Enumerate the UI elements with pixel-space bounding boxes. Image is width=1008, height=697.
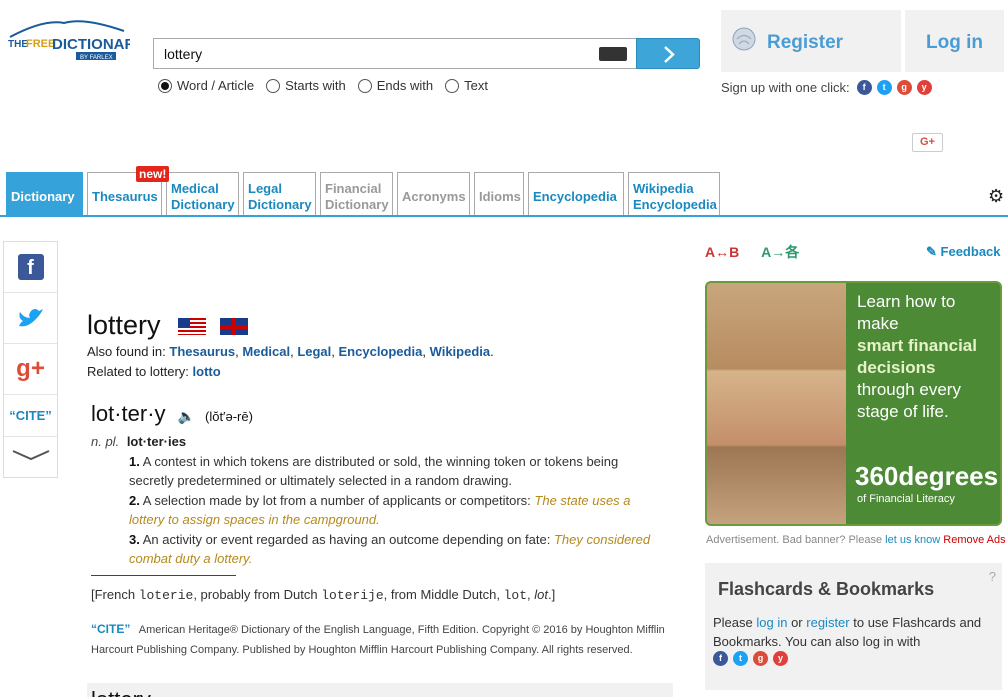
etymology: [French loterie, probably from Dutch lot… xyxy=(91,587,556,603)
login-button[interactable]: Log in xyxy=(905,10,1004,72)
flashcards-social-login: f t g y xyxy=(713,651,793,666)
link-encyclopedia[interactable]: Encyclopedia xyxy=(339,344,423,359)
link-wikipedia[interactable]: Wikipedia xyxy=(430,344,491,359)
search-button[interactable] xyxy=(636,38,700,69)
register-button[interactable]: Register xyxy=(721,10,901,72)
remove-ads-link[interactable]: Remove Ads xyxy=(943,534,1005,546)
let-us-know-link[interactable]: let us know xyxy=(885,534,940,546)
search-mode-options: Word / Article Starts with Ends with Tex… xyxy=(158,78,500,93)
google-plus-icon[interactable]: g xyxy=(896,80,912,95)
link-medical[interactable]: Medical xyxy=(242,344,290,359)
share-google-plus[interactable]: g+ xyxy=(4,344,57,395)
svg-text:BY FARLEX: BY FARLEX xyxy=(80,55,113,61)
speaker-icon[interactable]: 🔈 xyxy=(178,408,195,425)
radio-button[interactable] xyxy=(357,78,372,93)
translation-tools: A↔B A→各 xyxy=(705,242,799,262)
gear-icon[interactable]: ⚙ xyxy=(988,186,1004,207)
us-flag-audio-icon[interactable] xyxy=(178,318,207,336)
site-logo[interactable]: THE FREE DICTIONARY BY FARLEX xyxy=(4,17,145,61)
tab-underline xyxy=(0,215,1008,217)
tab-encyclopedia[interactable]: Encyclopedia xyxy=(528,172,624,216)
radio-ends-with[interactable]: Ends with xyxy=(357,78,433,93)
headword: lot·ter·y 🔈 (lŏt′ə-rē) xyxy=(91,401,253,426)
keyboard-icon[interactable] xyxy=(599,47,627,61)
twitter-icon[interactable]: t xyxy=(876,80,892,95)
help-icon[interactable]: ? xyxy=(989,569,996,584)
facebook-icon: f xyxy=(17,254,44,280)
share-sidebar: f g+ “CITE” xyxy=(3,241,58,478)
tab-wikipedia-encyclopedia[interactable]: Wikipedia Encyclopedia xyxy=(628,172,720,216)
advertisement-banner[interactable]: Learn how to make smart financial decisi… xyxy=(705,281,1002,526)
tab-dictionary[interactable]: Dictionary xyxy=(6,172,83,216)
google-plus-share-button[interactable]: G+ xyxy=(912,133,943,152)
yahoo-icon[interactable]: y xyxy=(773,651,788,666)
tab-medical-dictionary[interactable]: Medical Dictionary xyxy=(166,172,239,216)
radio-text[interactable]: Text xyxy=(445,78,488,93)
uk-flag-audio-icon[interactable] xyxy=(219,318,248,336)
radio-word-article[interactable]: Word / Article xyxy=(158,78,254,93)
ad-text: Learn how to make smart financial decisi… xyxy=(857,292,977,421)
sense-1: 1. A contest in which tokens are distrib… xyxy=(129,454,619,488)
svg-text:FREE: FREE xyxy=(26,38,55,50)
feedback-link[interactable]: ✎ Feedback xyxy=(926,244,1001,260)
edit-icon: ✎ xyxy=(926,244,937,259)
chevron-down-icon xyxy=(12,450,49,461)
login-link[interactable]: log in xyxy=(756,615,787,630)
citation: “CITE” American Heritage® Dictionary of … xyxy=(91,622,665,656)
cite-button[interactable]: “CITE” xyxy=(91,622,130,636)
yahoo-icon[interactable]: y xyxy=(916,80,932,95)
twitter-icon[interactable]: t xyxy=(733,651,748,666)
next-entry-header: lottery xyxy=(87,683,673,697)
divider xyxy=(91,575,236,576)
facebook-icon[interactable]: f xyxy=(713,651,728,666)
tab-financial-dictionary[interactable]: Financial Dictionary xyxy=(320,172,393,216)
share-twitter[interactable] xyxy=(4,293,57,344)
sense-2: 2. A selection made by lot from a number… xyxy=(129,493,631,527)
share-expand[interactable] xyxy=(4,437,57,473)
link-legal[interactable]: Legal xyxy=(297,344,331,359)
dictionary-tabs: Dictionary Thesaurus Medical Dictionary … xyxy=(6,172,724,216)
new-badge: new! xyxy=(136,166,170,182)
share-facebook[interactable]: f xyxy=(4,242,57,293)
tab-legal-dictionary[interactable]: Legal Dictionary xyxy=(243,172,316,216)
register-link[interactable]: register xyxy=(806,615,849,630)
signup-row: Sign up with one click: f t g y xyxy=(721,80,932,95)
facebook-icon[interactable]: f xyxy=(856,80,872,95)
flashcards-text: Please log in or register to use Flashca… xyxy=(713,615,982,649)
tab-acronyms[interactable]: Acronyms xyxy=(397,172,470,216)
search-box xyxy=(153,38,637,69)
link-thesaurus[interactable]: Thesaurus xyxy=(169,344,235,359)
search-input[interactable] xyxy=(164,46,584,62)
chevron-right-icon xyxy=(664,46,675,63)
share-cite[interactable]: “CITE” xyxy=(4,395,57,437)
radio-starts-with[interactable]: Starts with xyxy=(266,78,346,93)
tab-idioms[interactable]: Idioms xyxy=(474,172,524,216)
twitter-icon xyxy=(18,309,43,327)
radio-button[interactable] xyxy=(266,78,281,93)
entry-title: lottery xyxy=(87,310,248,341)
ad-note: Advertisement. Bad banner? Please let us… xyxy=(706,534,1006,546)
flashcards-panel: Flashcards & Bookmarks ? Please log in o… xyxy=(705,563,1002,690)
radio-button[interactable] xyxy=(445,78,460,93)
google-plus-icon: g+ xyxy=(16,355,45,382)
plural-form: n. pl. lot·ter·ies xyxy=(91,434,187,449)
google-plus-icon[interactable]: g xyxy=(753,651,768,666)
text-translate-icon[interactable]: A↔B xyxy=(705,244,739,260)
brain-icon xyxy=(732,27,756,51)
link-lotto[interactable]: lotto xyxy=(193,364,221,379)
ad-photos xyxy=(707,283,846,524)
svg-text:DICTIONARY: DICTIONARY xyxy=(52,36,130,53)
sense-3: 3. An activity or event regarded as havi… xyxy=(129,532,651,566)
related-to: Related to lottery: lotto xyxy=(87,364,221,379)
language-translate-icon[interactable]: A→各 xyxy=(761,244,799,260)
also-found-in: Also found in: Thesaurus, Medical, Legal… xyxy=(87,344,494,359)
radio-button[interactable] xyxy=(158,78,172,93)
